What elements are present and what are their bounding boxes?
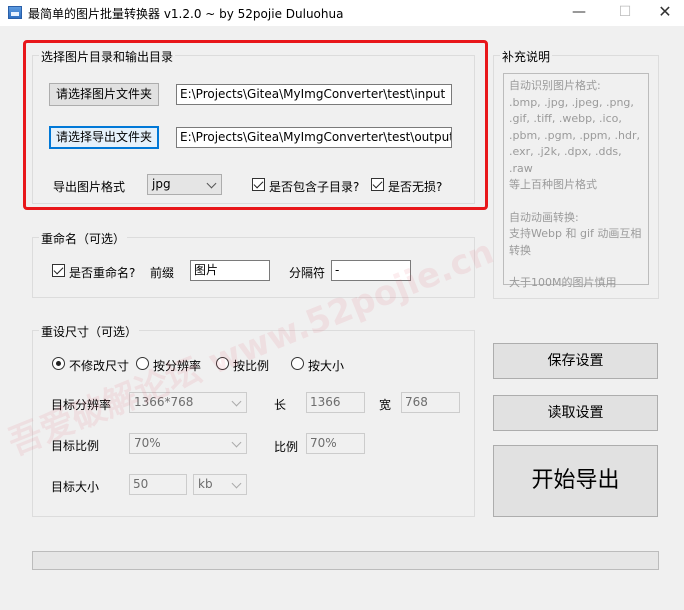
radio-no-resize-label: 不修改尺寸 xyxy=(69,359,130,373)
input-path-field[interactable]: E:\Projects\Gitea\MyImgConverter\test\in… xyxy=(176,84,452,105)
rename-checkbox[interactable] xyxy=(52,264,65,277)
include-subdirs-label: 是否包含子目录? xyxy=(269,180,360,194)
include-subdirs-checkbox[interactable] xyxy=(252,178,265,191)
notes-animation: 自动动画转换: 支持Webp 和 gif 动画互相转换 xyxy=(509,210,642,257)
notes-group-title: 补充说明 xyxy=(500,48,553,65)
select-output-folder-button[interactable]: 请选择导出文件夹 xyxy=(49,126,159,149)
app-icon xyxy=(8,6,22,19)
chevron-down-icon xyxy=(231,396,242,407)
progress-bar xyxy=(32,551,659,570)
width-input[interactable]: 768 xyxy=(401,392,460,413)
separator-input[interactable]: - xyxy=(331,260,411,281)
export-format-select[interactable]: jpg xyxy=(147,174,222,195)
ratio-input[interactable]: 70% xyxy=(306,433,365,454)
radio-by-ratio[interactable] xyxy=(216,357,229,370)
select-input-folder-button[interactable]: 请选择图片文件夹 xyxy=(49,83,159,106)
radio-no-resize[interactable] xyxy=(52,357,65,370)
output-path-field[interactable]: E:\Projects\Gitea\MyImgConverter\test\ou… xyxy=(176,127,452,148)
minimize-button[interactable]: — xyxy=(556,0,602,26)
notes-warning: 大于100M的图片慎用 xyxy=(509,276,617,289)
close-button[interactable]: ✕ xyxy=(642,0,684,26)
save-settings-button[interactable]: 保存设置 xyxy=(493,343,658,379)
notes-formats: 自动识别图片格式: .bmp, .jpg, .jpeg, .png, .gif,… xyxy=(509,79,640,191)
export-format-value: jpg xyxy=(152,177,171,191)
target-resolution-label: 目标分辨率 xyxy=(51,398,112,412)
lossless-checkbox[interactable] xyxy=(371,178,384,191)
lossless-label: 是否无损? xyxy=(388,180,443,194)
length-label: 长 xyxy=(274,398,287,412)
chevron-down-icon xyxy=(231,437,242,448)
rename-group-title: 重命名（可选） xyxy=(39,230,128,247)
chevron-down-icon xyxy=(231,478,242,489)
radio-by-resolution-label: 按分辨率 xyxy=(153,359,202,373)
target-resolution-select[interactable]: 1366*768 xyxy=(129,392,247,413)
target-size-label: 目标大小 xyxy=(51,480,100,494)
prefix-label: 前缀 xyxy=(150,266,175,280)
size-unit-value: kb xyxy=(198,477,213,491)
size-unit-select[interactable]: kb xyxy=(193,474,247,495)
target-ratio-label: 目标比例 xyxy=(51,439,100,453)
load-settings-button[interactable]: 读取设置 xyxy=(493,395,658,431)
export-format-label: 导出图片格式 xyxy=(53,180,126,194)
title-bar: 最简单的图片批量转换器 v1.2.0 ~ by 52pojie Duluohua… xyxy=(0,0,684,26)
radio-by-size-label: 按大小 xyxy=(308,359,345,373)
ratio-label: 比例 xyxy=(274,440,299,454)
radio-by-size[interactable] xyxy=(291,357,304,370)
prefix-input[interactable]: 图片 xyxy=(190,260,270,281)
radio-by-ratio-label: 按比例 xyxy=(233,359,270,373)
notes-textbox[interactable]: 自动识别图片格式: .bmp, .jpg, .jpeg, .png, .gif,… xyxy=(503,73,649,289)
target-ratio-value: 70% xyxy=(134,436,161,450)
length-input[interactable]: 1366 xyxy=(306,392,365,413)
chevron-down-icon xyxy=(206,178,217,189)
start-export-button[interactable]: 开始导出 xyxy=(493,445,658,517)
target-ratio-select[interactable]: 70% xyxy=(129,433,247,454)
width-label: 宽 xyxy=(379,398,392,412)
target-resolution-value: 1366*768 xyxy=(134,395,194,409)
radio-by-resolution[interactable] xyxy=(136,357,149,370)
target-size-input[interactable]: 50 xyxy=(129,474,187,495)
separator-label: 分隔符 xyxy=(289,266,326,280)
window-title: 最简单的图片批量转换器 v1.2.0 ~ by 52pojie Duluohua xyxy=(28,7,344,21)
resize-group-title: 重设尺寸（可选） xyxy=(39,323,140,340)
rename-label: 是否重命名? xyxy=(69,266,136,280)
